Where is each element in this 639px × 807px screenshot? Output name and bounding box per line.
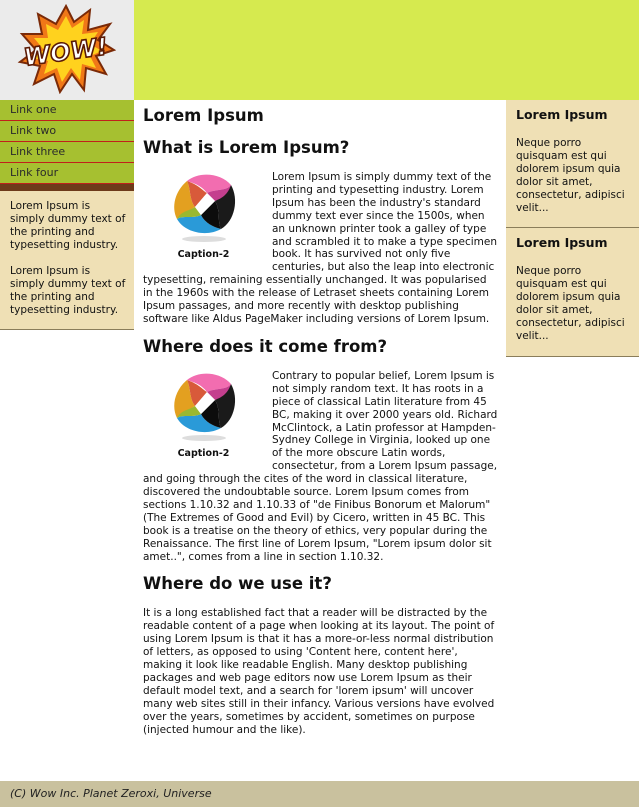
right-box-title: Lorem Ipsum [516, 235, 608, 250]
header-banner [134, 0, 639, 100]
right-box-text: Neque porro quisquam est qui dolorem ips… [516, 137, 625, 214]
left-sidebar-text: Lorem Ipsum is simply dummy text of the … [10, 265, 126, 316]
tri-swirl-logo-icon [173, 174, 235, 242]
section-heading: What is Lorem Ipsum? [143, 138, 350, 157]
logo-area: WOW! [0, 0, 134, 100]
footer: (C) Wow Inc. Planet Zeroxi, Universe [0, 781, 639, 807]
right-sidebar: Lorem Ipsum Neque porro quisquam est qui… [506, 100, 639, 357]
nav-link-four[interactable]: Link four [0, 163, 134, 184]
section-heading: Where does it come from? [143, 336, 388, 356]
tri-swirl-logo-icon [173, 373, 235, 441]
left-nav: Link one Link two Link three Link four [0, 100, 134, 194]
right-sidebar-box: Lorem Ipsum Neque porro quisquam est qui… [506, 100, 639, 228]
figure: Caption-2 [143, 171, 264, 260]
figure-caption: Caption-2 [177, 447, 230, 459]
section-heading: Where do we use it? [143, 574, 332, 594]
header: WOW! [0, 0, 639, 100]
main-content: Lorem Ipsum What is Lorem Ipsum? Caption… [143, 105, 498, 737]
right-box-text: Neque porro quisquam est qui dolorem ips… [516, 265, 625, 342]
right-box-title: Lorem Ipsum [516, 107, 608, 122]
wow-logo[interactable]: WOW! [16, 4, 116, 94]
right-sidebar-box: Lorem Ipsum Neque porro quisquam est qui… [506, 228, 639, 357]
footer-text: (C) Wow Inc. Planet Zeroxi, Universe [10, 787, 212, 800]
left-sidebar-box: Lorem Ipsum is simply dummy text of the … [0, 191, 134, 330]
nav-link-three[interactable]: Link three [0, 142, 134, 163]
figure-caption: Caption-2 [177, 249, 230, 260]
figure: Caption-2 [143, 370, 264, 459]
nav-link-one[interactable]: Link one [0, 100, 134, 121]
page-title: Lorem Ipsum [143, 106, 264, 125]
nav-link-two[interactable]: Link two [0, 121, 134, 142]
section-text: It is a long established fact that a rea… [143, 607, 495, 736]
left-sidebar-text: Lorem Ipsum is simply dummy text of the … [10, 200, 126, 251]
